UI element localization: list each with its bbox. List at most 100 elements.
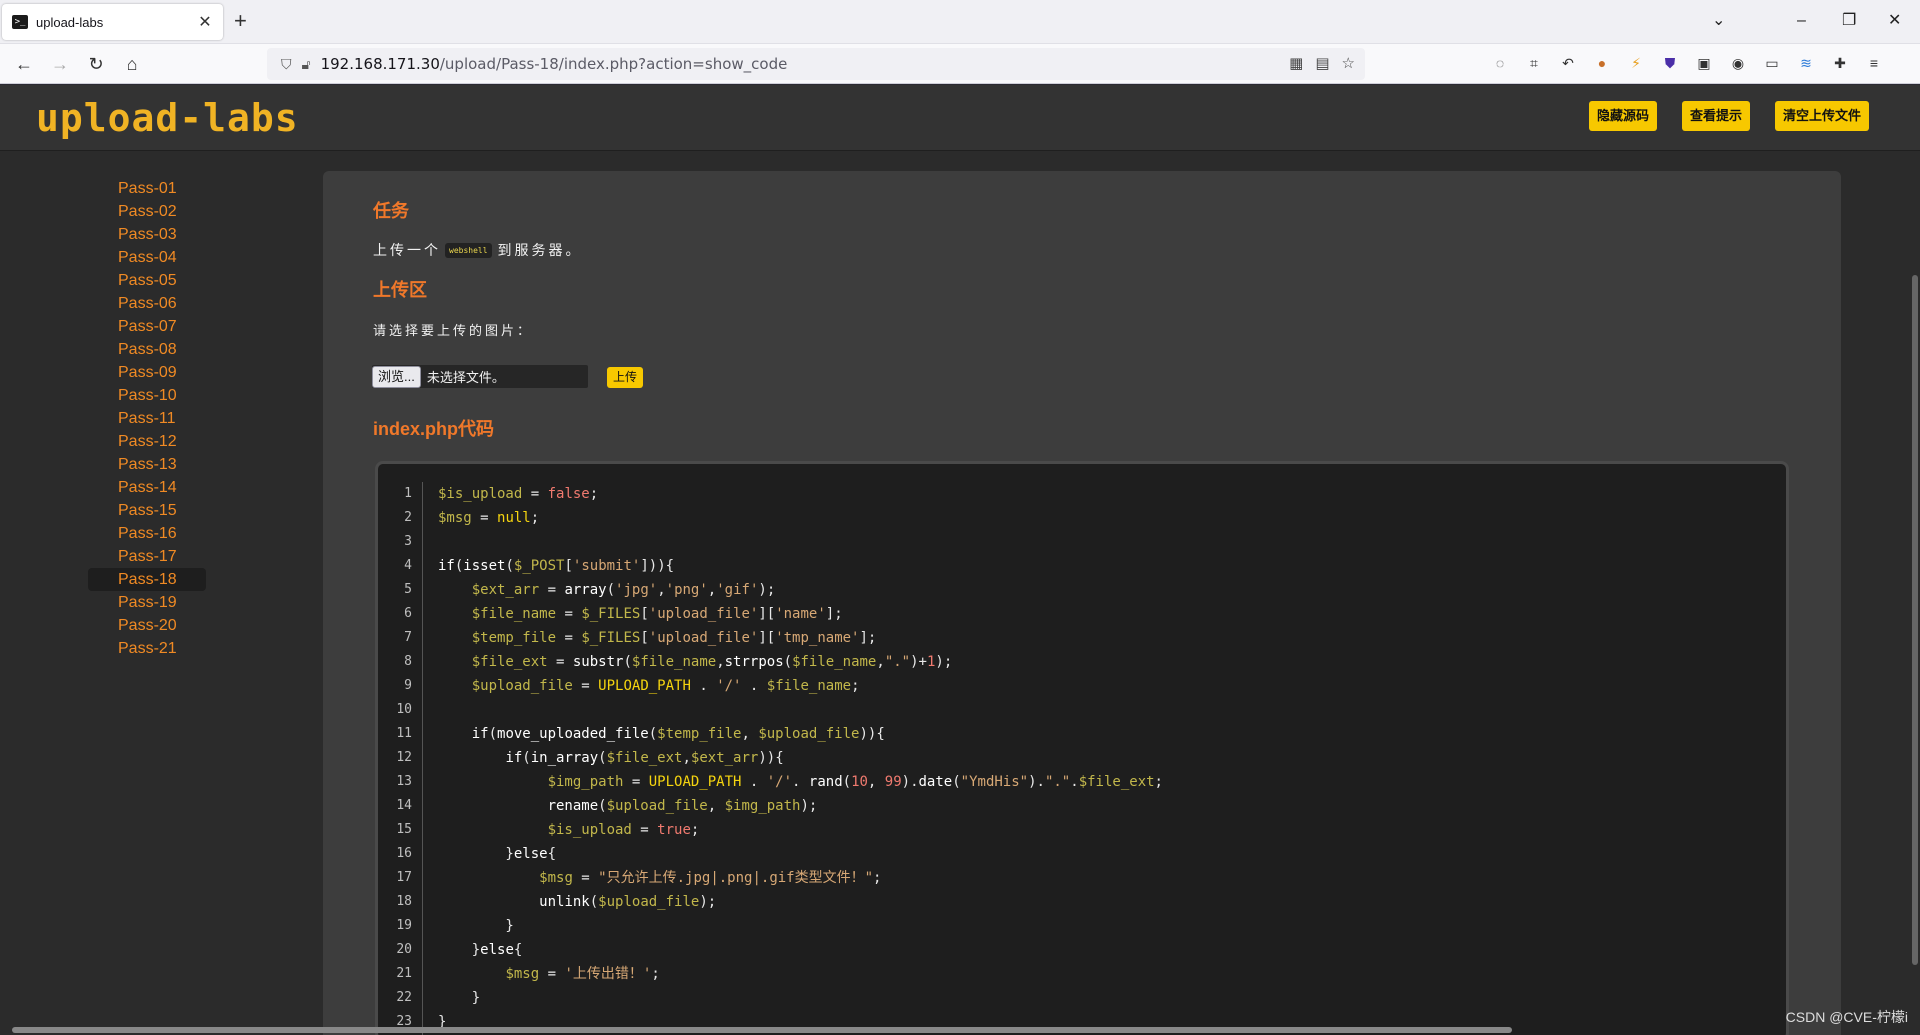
sidebar-item-pass-09[interactable]: Pass-09 [88,361,206,384]
sidebar-item-pass-11[interactable]: Pass-11 [88,407,206,430]
sidebar-item-pass-06[interactable]: Pass-06 [88,292,206,315]
line-number: 3 [404,534,412,549]
terminal-icon: >_ [12,15,28,29]
window-close-icon[interactable]: ✕ [1888,10,1901,32]
code-line: } [438,918,514,934]
sidebar-item-pass-17[interactable]: Pass-17 [88,545,206,568]
cookie-icon[interactable]: ● [1592,53,1612,73]
task-text-after: 到服务器。 [497,242,583,258]
site-logo[interactable]: upload-labs [36,95,299,141]
shield-icon[interactable]: ⛉ [281,56,292,73]
line-number: 6 [404,606,412,621]
back-arrow-icon[interactable]: ← [12,52,36,76]
image-icon[interactable]: ▣ [1694,53,1714,73]
home-icon[interactable]: ⌂ [120,52,144,76]
reader-view-icon[interactable]: ▤ [1315,54,1329,72]
sidebar-item-pass-21[interactable]: Pass-21 [88,637,206,660]
file-input[interactable]: 浏览... 未选择文件。 [372,365,588,388]
sidebar-item-pass-07[interactable]: Pass-07 [88,315,206,338]
window-icon[interactable]: ▭ [1762,53,1782,73]
sidebar-item-pass-02[interactable]: Pass-02 [88,200,206,223]
line-number: 1 [404,486,412,501]
code-line: $ext_arr = array('jpg','png','gif'); [471,582,776,598]
url-host: 192.168.171.30 [320,55,440,73]
line-number: 2 [404,510,412,525]
line-number: 11 [396,726,412,741]
main-panel: 任务 上传一个 webshell 到服务器。 上传区 请选择要上传的图片： 浏览… [323,171,1841,1035]
sidebar-item-pass-01[interactable]: Pass-01 [88,177,206,200]
sidebar-item-pass-03[interactable]: Pass-03 [88,223,206,246]
code-title: index.php代码 [373,419,494,439]
code-line: $is_upload = false; [438,486,599,502]
code-lines: $is_upload = false; $msg = null; if(isset(… [438,482,1163,1034]
code-line: unlink($upload_file); [539,894,717,910]
line-number: 5 [404,582,412,597]
code-line: if(in_array($file_ext,$ext_arr)){ [505,750,784,766]
line-number: 8 [404,654,412,669]
sidebar-item-pass-12[interactable]: Pass-12 [88,430,206,453]
address-bar[interactable]: ⛉ 🔓︎ 192.168.171.30 /upload/Pass-18/inde… [267,48,1365,80]
line-number: 7 [404,630,412,645]
wave-icon[interactable]: ≋ [1796,53,1816,73]
clear-uploads-button[interactable]: 清空上传文件 [1775,101,1870,131]
sidebar-item-pass-18[interactable]: Pass-18 [88,568,206,591]
file-status: 未选择文件。 [426,370,505,385]
forward-arrow-icon[interactable]: → [48,52,72,76]
code-line: $file_ext = substr($file_name,strrpos($f… [471,654,953,670]
chevron-down-icon[interactable]: ⌄ [1712,10,1725,32]
sidebar-item-pass-13[interactable]: Pass-13 [88,453,206,476]
crop-icon[interactable]: ⌗ [1524,53,1544,73]
qr-code-icon[interactable]: ▦ [1289,54,1303,72]
sidebar-item-pass-05[interactable]: Pass-05 [88,269,206,292]
broom-icon[interactable]: ⚡ [1626,53,1646,73]
page-content: upload-labs 隐藏源码 查看提示 清空上传文件 Pass-01 Pas… [0,85,1920,1035]
browser-nav-bar: ← → ↻ ⌂ ⛉ 🔓︎ 192.168.171.30 /upload/Pass… [0,44,1920,84]
sidebar-item-pass-04[interactable]: Pass-04 [88,246,206,269]
extension-toolbar: ◌ ⌗ ↶ ● ⚡ ⛊ ▣ ◉ ▭ ≋ ✚ ≡ [1490,53,1884,73]
puzzle-icon[interactable]: ✚ [1830,53,1850,73]
code-line: $file_name = $_FILES['upload_file']['nam… [471,606,843,622]
circle-icon[interactable]: ◉ [1728,53,1748,73]
task-title: 任务 [373,201,409,221]
line-number: 22 [396,990,412,1005]
new-tab-button[interactable]: + [234,10,247,32]
browser-tab-bar: >_ upload-labs ✕ + ⌄ – ❐ ✕ [0,0,1920,44]
horizontal-scrollbar[interactable] [12,1027,1512,1033]
sidebar-item-pass-10[interactable]: Pass-10 [88,384,206,407]
line-number: 19 [396,918,412,933]
menu-icon[interactable]: ≡ [1864,53,1884,73]
extension-icon[interactable]: ◌ [1490,53,1510,73]
line-number: 21 [396,966,412,981]
line-number: 9 [404,678,412,693]
sidebar-item-pass-08[interactable]: Pass-08 [88,338,206,361]
sidebar-item-pass-15[interactable]: Pass-15 [88,499,206,522]
bookmark-star-icon[interactable]: ☆ [1342,54,1355,72]
url-path: /upload/Pass-18/index.php?action=show_co… [439,55,788,73]
line-number: 4 [404,558,412,573]
close-icon[interactable]: ✕ [197,12,213,32]
sidebar-item-pass-20[interactable]: Pass-20 [88,614,206,637]
lock-icon[interactable]: 🔓︎ [302,56,311,73]
minimize-icon[interactable]: – [1797,10,1806,32]
browser-tab[interactable]: >_ upload-labs ✕ [2,4,223,40]
vertical-scrollbar[interactable] [1912,275,1918,965]
tab-title: upload-labs [36,14,104,30]
reload-icon[interactable]: ↻ [84,52,108,76]
show-hint-button[interactable]: 查看提示 [1682,101,1751,131]
watermark: CSDN @CVE-柠檬i [1785,1009,1908,1025]
sidebar-item-pass-16[interactable]: Pass-16 [88,522,206,545]
undo-icon[interactable]: ↶ [1558,53,1578,73]
sidebar-item-pass-19[interactable]: Pass-19 [88,591,206,614]
code-viewer: 1 2 3 4 5 6 7 8 9 10 11 12 13 14 15 16 17 18 19 20 21 22 23 $i… [375,461,1789,1035]
sidebar-item-pass-14[interactable]: Pass-14 [88,476,206,499]
upload-submit-button[interactable]: 上传 [607,367,644,388]
hide-source-button[interactable]: 隐藏源码 [1589,101,1658,131]
task-description: 上传一个 webshell 到服务器。 [373,240,583,260]
line-number: 13 [396,774,412,789]
restore-icon[interactable]: ❐ [1842,10,1856,32]
shield-badge-icon[interactable]: ⛊ [1660,53,1680,73]
browse-button[interactable]: 浏览... [372,365,421,388]
line-number: 15 [396,822,412,837]
